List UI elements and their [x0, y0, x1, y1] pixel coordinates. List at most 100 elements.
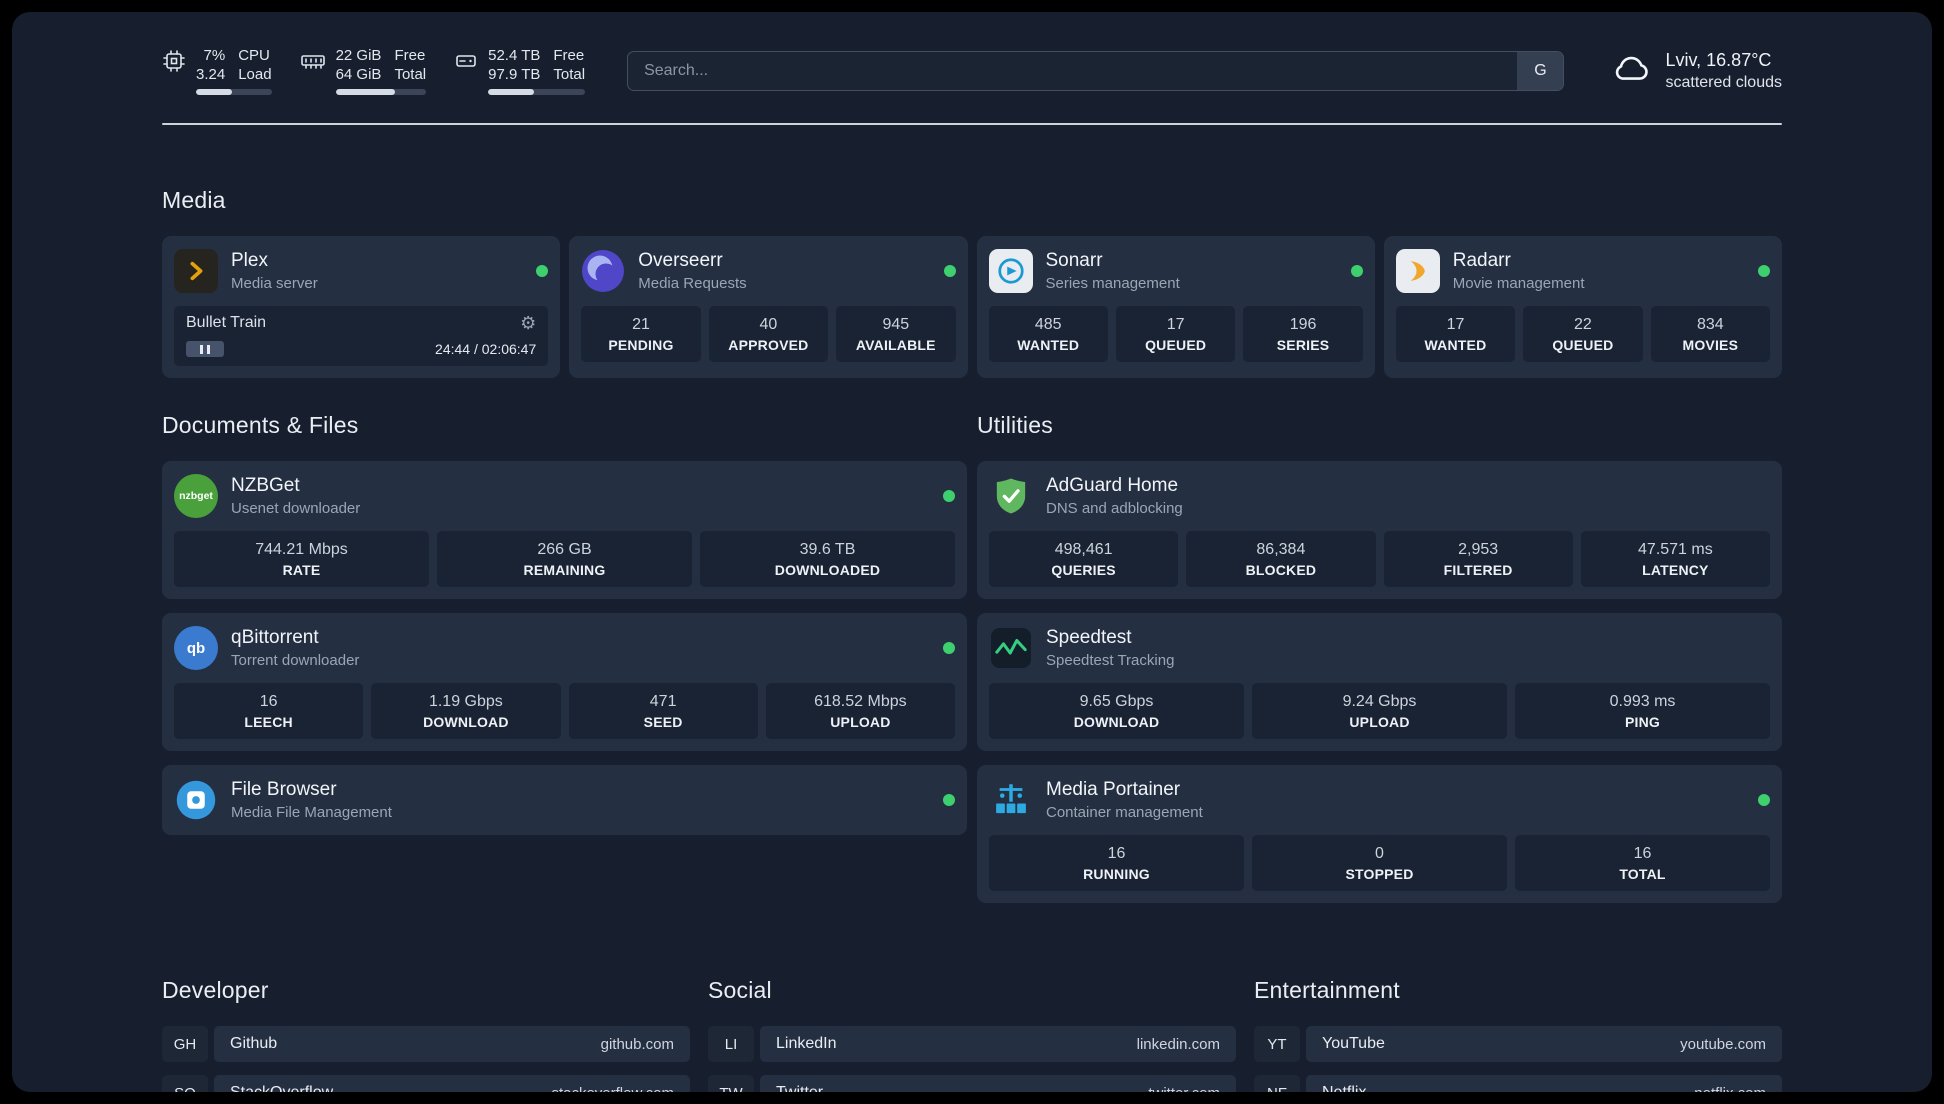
memory-icon [300, 49, 326, 78]
pause-icon [186, 341, 224, 357]
stats-row: 16 RUNNING 0 STOPPED 16 TOTAL [989, 835, 1770, 891]
status-dot [1350, 265, 1363, 277]
social-section-title: Social [708, 977, 772, 1003]
service-name: File Browser [231, 779, 337, 800]
service-description: Media server [231, 275, 318, 292]
nzbget-icon: nzbget [174, 474, 218, 518]
stats-row: 744.21 Mbps RATE 266 GB REMAINING 39.6 TB D… [174, 531, 955, 587]
card-filebrowser[interactable]: File Browser Media File Management [162, 765, 967, 835]
service-name: qBittorrent [231, 627, 319, 648]
service-name: Media Portainer [1046, 779, 1181, 800]
portainer-icon [989, 778, 1033, 822]
bookmark-url: github.com [600, 1035, 674, 1053]
plex-icon [174, 249, 218, 293]
cpu-load-value: 3.24 [196, 66, 226, 83]
search-input[interactable] [628, 51, 1518, 90]
stats-row: 485 WANTED 17 QUEUED 196 SERIES [988, 306, 1363, 362]
gear-icon[interactable]: ⚙ [520, 314, 536, 332]
bookmark-netflix[interactable]: NF Netflix netflix.com [1254, 1075, 1782, 1092]
cpu-usage-label: CPU [238, 47, 270, 64]
memory-free-label: Free [394, 47, 426, 64]
card-header: AdGuard Home DNS and adblocking [989, 473, 1770, 519]
bookmark-group-entertainment: Entertainment YT YouTube youtube.com NF N… [1254, 977, 1782, 1092]
media-card-row: Plex Media server Bullet Train ⚙ 24:44 /… [162, 236, 1782, 378]
bookmark-abbr: GH [162, 1026, 208, 1062]
bookmark-twitter[interactable]: TW Twitter twitter.com [708, 1075, 1236, 1092]
stat-stopped: 0 STOPPED [1252, 835, 1507, 891]
stat-wanted: 17 WANTED [1395, 306, 1516, 362]
service-description: Speedtest Tracking [1046, 652, 1175, 669]
weather-condition: scattered clouds [1665, 73, 1782, 91]
weather-widget: Lviv, 16.87°C scattered clouds [1610, 50, 1782, 92]
section-media: Media Plex Media server Bullet Train ⚙ 2… [162, 187, 1782, 378]
memory-widget: 22 GiB 64 GiB Free Total [300, 46, 427, 95]
stat-download: 1.19 Gbps DOWNLOAD [371, 683, 561, 739]
status-dot [943, 490, 955, 502]
disk-icon [454, 49, 478, 78]
stat-upload: 618.52 Mbps UPLOAD [765, 683, 955, 739]
stat-rate: 744.21 Mbps RATE [174, 531, 429, 587]
disk-total-label: Total [553, 66, 586, 83]
status-dot [943, 794, 955, 806]
service-description: Media Requests [638, 275, 747, 292]
service-description: Media File Management [231, 804, 392, 821]
cpu-progress-bar [196, 89, 272, 95]
stat-series: 196 SERIES [1243, 306, 1363, 362]
bookmark-linkedin[interactable]: LI LinkedIn linkedin.com [708, 1026, 1236, 1062]
developer-section-title: Developer [162, 977, 269, 1003]
service-description: Series management [1045, 275, 1180, 292]
adguard-icon [989, 474, 1033, 518]
section-documents: Documents & Files nzbget NZBGet Usenet d… [162, 412, 967, 835]
playback-time: 24:44 / 02:06:47 [435, 341, 537, 357]
bookmark-abbr: TW [708, 1075, 754, 1092]
stat-queued: 17 QUEUED [1115, 306, 1236, 362]
sonarr-icon [988, 249, 1033, 293]
bookmark-url: twitter.com [1148, 1085, 1220, 1093]
stat-blocked: 86,384 BLOCKED [1186, 531, 1376, 587]
cpu-widget: 7% 3.24 CPU Load [162, 46, 272, 95]
bookmark-youtube[interactable]: YT YouTube youtube.com [1254, 1026, 1782, 1062]
stat-queued: 22 QUEUED [1523, 306, 1643, 362]
stat-leech: 16 LEECH [174, 683, 364, 739]
bookmark-abbr: NF [1254, 1075, 1300, 1092]
bookmark-stackoverflow[interactable]: SO StackOverflow stackoverflow.com [162, 1075, 690, 1092]
bookmark-name: Netflix [1322, 1084, 1366, 1092]
card-adguard[interactable]: AdGuard Home DNS and adblocking 498,461 Q… [977, 461, 1782, 599]
search-provider-button[interactable]: G [1517, 51, 1564, 90]
status-dot [536, 265, 549, 277]
memory-free-value: 22 GiB [335, 47, 382, 64]
status-dot [1758, 265, 1770, 277]
stat-pending: 21 PENDING [581, 306, 701, 362]
card-plex[interactable]: Plex Media server Bullet Train ⚙ 24:44 /… [162, 236, 561, 378]
stat-remaining: 266 GB REMAINING [437, 531, 692, 587]
radarr-icon [1395, 249, 1440, 293]
disk-free-label: Free [553, 47, 585, 64]
service-description: Movie management [1452, 275, 1585, 292]
card-portainer[interactable]: Media Portainer Container management 16 R… [977, 765, 1782, 903]
stat-movies: 834 MOVIES [1650, 306, 1771, 362]
entertainment-section-title: Entertainment [1254, 977, 1400, 1003]
stat-ping: 0.993 ms PING [1515, 683, 1770, 739]
bookmark-url: linkedin.com [1136, 1035, 1220, 1053]
bookmark-abbr: YT [1254, 1026, 1300, 1062]
memory-total-label: Total [394, 66, 427, 83]
dashboard-content: 7% 3.24 CPU Load 22 GiB 64 GiB Free Total [162, 12, 1782, 1092]
disk-total-value: 97.9 TB [488, 66, 541, 83]
card-header: File Browser Media File Management [174, 777, 955, 823]
service-name: Speedtest [1046, 627, 1132, 648]
card-header: nzbget NZBGet Usenet downloader [174, 473, 955, 519]
card-speedtest[interactable]: Speedtest Speedtest Tracking 9.65 Gbps DO… [977, 613, 1782, 751]
card-radarr[interactable]: Radarr Movie management 17 WANTED 22 QUEUE… [1383, 236, 1782, 378]
stats-row: 498,461 QUERIES 86,384 BLOCKED 2,953 FILTER… [989, 531, 1770, 587]
card-qbittorrent[interactable]: qb qBittorrent Torrent downloader 16 LEEC… [162, 613, 967, 751]
card-nzbget[interactable]: nzbget NZBGet Usenet downloader 744.21 M… [162, 461, 967, 599]
bookmark-name: StackOverflow [230, 1084, 333, 1092]
service-name: Overseerr [638, 250, 723, 271]
stat-latency: 47.571 ms LATENCY [1580, 531, 1770, 587]
bookmark-github[interactable]: GH Github github.com [162, 1026, 690, 1062]
status-dot [943, 265, 956, 277]
disk-widget: 52.4 TB 97.9 TB Free Total [454, 46, 586, 95]
card-overseerr[interactable]: Overseerr Media Requests 21 PENDING 40 APP… [569, 236, 968, 378]
utilities-section-title: Utilities [977, 412, 1053, 438]
card-sonarr[interactable]: Sonarr Series management 485 WANTED 17 QUE… [976, 236, 1375, 378]
